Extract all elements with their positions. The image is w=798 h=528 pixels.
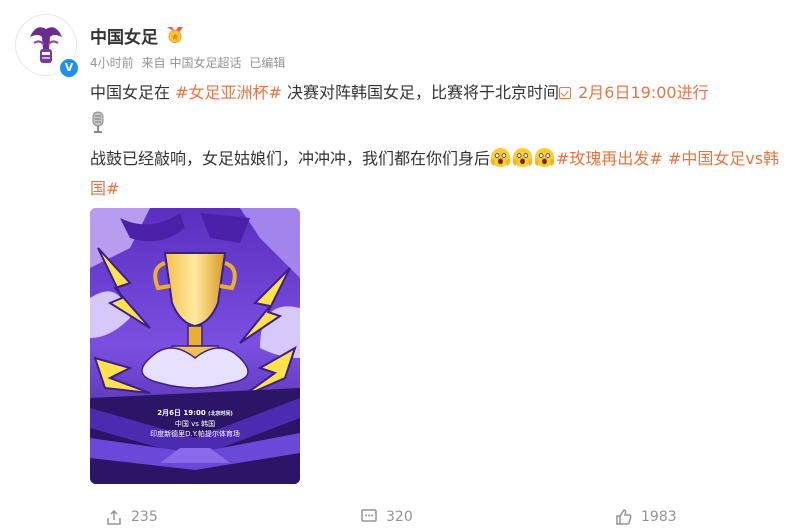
like-button[interactable]: 1983 bbox=[615, 508, 677, 526]
verified-icon: V bbox=[58, 57, 80, 79]
author-name[interactable]: 中国女足 bbox=[90, 23, 158, 48]
scream-emoji bbox=[512, 147, 533, 168]
post-text: 中国女足在 #女足亚洲杯# 决赛对阵韩国女足，比赛将于北京时间 2月6日19:0… bbox=[90, 78, 780, 204]
like-icon bbox=[616, 509, 632, 525]
poster-date-note: (北京时间) bbox=[208, 411, 233, 417]
repost-button[interactable]: 235 bbox=[105, 508, 158, 526]
text-line1-mid: 决赛对阵韩国女足，比赛将于北京时间 bbox=[281, 83, 560, 102]
post-time[interactable]: 4小时前 bbox=[90, 56, 134, 70]
scream-emoji bbox=[490, 147, 511, 168]
action-bar: 235 320 1983 bbox=[0, 508, 798, 528]
post-meta: 4小时前 来自 中国女足超话 已编辑 bbox=[90, 54, 289, 71]
source-prefix: 来自 bbox=[141, 56, 166, 70]
post-image[interactable]: 2月6日 19:00 (北京时间) 中国 vs 韩国 印度新德里D.Y.帕提尔体… bbox=[90, 208, 300, 484]
edited-label: 已编辑 bbox=[249, 56, 286, 70]
hashtag-asian-cup[interactable]: #女足亚洲杯# bbox=[175, 83, 282, 102]
microphone-icon bbox=[90, 110, 106, 144]
check-box-icon bbox=[559, 87, 572, 99]
text-line1-prefix: 中国女足在 bbox=[90, 83, 176, 102]
match-time: 2月6日19:00进行 bbox=[578, 83, 709, 102]
poster-venue: 印度新德里D.Y.帕提尔体育场 bbox=[150, 430, 240, 438]
comment-button[interactable]: 320 bbox=[360, 508, 413, 526]
source-link[interactable]: 中国女足超话 bbox=[169, 56, 241, 70]
hashtag-rose[interactable]: #玫瑰再出发# bbox=[556, 149, 663, 168]
text-line2: 战鼓已经敲响，女足姑娘们，冲冲冲，我们都在你们身后 bbox=[90, 149, 491, 168]
like-count: 1983 bbox=[641, 509, 677, 525]
scream-emoji bbox=[534, 147, 555, 168]
poster-date-line: 2月6日 19:00 bbox=[157, 409, 206, 417]
comment-count: 320 bbox=[386, 509, 413, 525]
medal-icon[interactable] bbox=[165, 25, 185, 43]
comment-icon bbox=[361, 509, 377, 522]
repost-icon bbox=[107, 509, 121, 525]
poster-teams: 中国 vs 韩国 bbox=[174, 420, 216, 428]
match-time-link[interactable]: 2月6日19:00进行 bbox=[559, 83, 709, 102]
repost-count: 235 bbox=[131, 509, 158, 525]
trophy-poster-image bbox=[90, 208, 300, 484]
poster-date: 2月6日 19:00 (北京时间) bbox=[90, 408, 300, 418]
